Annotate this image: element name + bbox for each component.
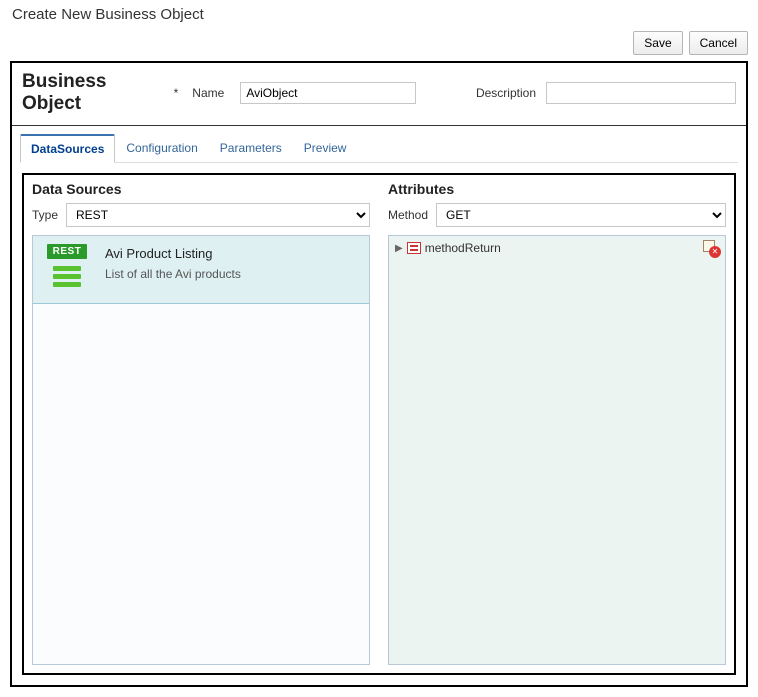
tab-parameters[interactable]: Parameters [209,134,293,163]
attributes-title: Attributes [388,181,726,197]
cancel-button[interactable]: Cancel [689,31,748,55]
type-select[interactable]: REST [66,203,370,227]
name-input[interactable] [240,82,416,104]
dialog-title: Create New Business Object [10,6,748,23]
object-icon [407,242,421,254]
business-object-container: Business Object * Name Description DataS… [10,61,748,687]
attributes-panel: ▶ methodReturn [388,235,726,665]
description-label: Description [476,86,536,100]
expand-icon[interactable]: ▶ [395,243,403,254]
rest-badge: REST [47,244,88,259]
method-select[interactable]: GET [436,203,726,227]
required-indicator: * [174,86,179,100]
datasources-panel: REST Avi Product Listing List of all the… [32,235,370,665]
name-label: Name [192,86,224,100]
tree-row[interactable]: ▶ methodReturn [389,236,725,260]
attributes-column: Attributes Method GET ▶ methodReturn [388,181,726,665]
tree-node-label: methodReturn [425,241,501,255]
datasource-name: Avi Product Listing [105,246,241,261]
tab-bar: DataSources Configuration Parameters Pre… [12,126,746,162]
datasource-item[interactable]: REST Avi Product Listing List of all the… [33,236,369,304]
db-icon [53,263,81,289]
tab-preview[interactable]: Preview [293,134,358,163]
delete-icon[interactable] [703,240,719,256]
tab-datasources[interactable]: DataSources [20,134,115,163]
datasource-desc: List of all the Avi products [105,267,241,281]
datasources-title: Data Sources [32,181,370,197]
tab-content: Data Sources Type REST REST [22,173,736,675]
section-title: Business Object [22,71,156,115]
type-label: Type [32,208,58,222]
tab-configuration[interactable]: Configuration [115,134,208,163]
datasources-column: Data Sources Type REST REST [32,181,370,665]
save-button[interactable]: Save [633,31,682,55]
description-input[interactable] [546,82,736,104]
method-label: Method [388,208,428,222]
